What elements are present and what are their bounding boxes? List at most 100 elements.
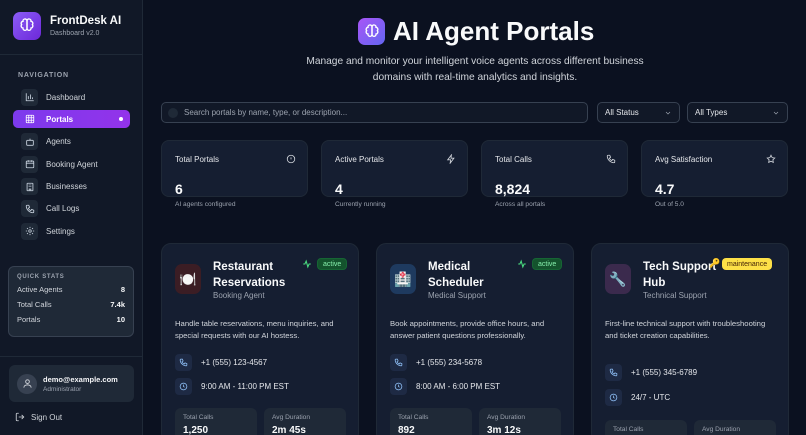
page-header: AI Agent Portals <box>358 16 594 47</box>
bar-chart-icon <box>21 88 38 106</box>
portal-title-line: Medical <box>428 261 471 273</box>
nav-heading: NAVIGATION <box>18 72 69 79</box>
metric-label: Avg Duration <box>702 426 740 433</box>
brand-subtitle: Dashboard v2.0 <box>50 30 100 37</box>
page-title: AI Agent Portals <box>393 16 595 46</box>
metric-value: 1,250 <box>183 425 209 435</box>
portal-title: Medical Scheduler <box>428 260 484 291</box>
status-badge: active <box>532 258 563 270</box>
wrench-icon: 🔧 <box>605 264 631 294</box>
sign-out-button[interactable]: Sign Out <box>15 412 62 422</box>
metric-avg-duration: Avg Duration <box>694 420 776 435</box>
hours-text: 8:00 AM - 6:00 PM EST <box>416 382 501 391</box>
quick-stat-row: Portals 10 <box>17 315 125 324</box>
metric-label: Total Calls <box>183 414 214 421</box>
sidebar-item-label: Portals <box>46 114 74 124</box>
stat-value: 4 <box>335 181 343 197</box>
metric-total-calls: Total Calls 892 <box>390 408 472 435</box>
portal-hours: 9:00 AM - 11:00 PM EST <box>175 378 289 395</box>
portal-hours: 8:00 AM - 6:00 PM EST <box>390 378 500 395</box>
plate-icon: 🍽️ <box>175 264 201 294</box>
metric-total-calls: Total Calls 1,250 <box>175 408 257 435</box>
portal-title: Restaurant Reservations <box>213 260 285 291</box>
quick-stat-value: 7.4k <box>110 299 125 309</box>
sidebar-item-businesses[interactable]: Businesses <box>13 178 130 196</box>
star-icon <box>766 154 776 164</box>
clock-icon <box>605 389 622 406</box>
metric-value: 3m 12s <box>487 425 521 435</box>
hospital-icon: 🏥 <box>390 264 416 294</box>
phone-icon <box>175 354 192 371</box>
clock-icon <box>390 378 407 395</box>
metric-total-calls: Total Calls <box>605 420 687 435</box>
sidebar-item-label: Booking Agent <box>46 159 98 169</box>
stat-note: AI agents configured <box>175 201 236 208</box>
quick-stat-row: Total Calls 7.4k <box>17 300 125 309</box>
sidebar-item-settings[interactable]: Settings <box>13 222 130 240</box>
phone-icon <box>606 154 616 164</box>
gear-icon <box>21 222 38 240</box>
quick-stat-row: Active Agents 8 <box>17 285 125 294</box>
stat-note: Across all portals <box>495 201 546 208</box>
chevron-down-icon <box>773 111 779 114</box>
search-input[interactable] <box>184 108 564 117</box>
portal-phone: +1 (555) 345-6789 <box>605 364 697 381</box>
sidebar-item-call-logs[interactable]: Call Logs <box>13 200 130 218</box>
portal-card-medical[interactable]: 🏥 Medical Scheduler Medical Support acti… <box>376 243 574 435</box>
chevron-down-icon <box>665 111 671 114</box>
user-profile[interactable]: demo@example.com Administrator <box>9 365 134 402</box>
sidebar-item-portals[interactable]: Portals <box>13 110 130 129</box>
portal-type: Medical Support <box>428 291 486 300</box>
quick-stat-label: Portals <box>17 314 41 324</box>
portal-description: Handle table reservations, menu inquirie… <box>175 319 334 340</box>
type-filter-select[interactable]: All Types <box>687 102 788 123</box>
phone-number: +1 (555) 234-5678 <box>416 358 483 367</box>
stat-note: Out of 5.0 <box>655 201 684 208</box>
quick-stats-panel: QUICK STATS Active Agents 8 Total Calls … <box>8 266 134 337</box>
portal-title-line: Scheduler <box>428 276 484 289</box>
brand: FrontDesk AI Dashboard v2.0 <box>13 12 121 40</box>
activity-icon <box>518 259 526 269</box>
sidebar: FrontDesk AI Dashboard v2.0 NAVIGATION D… <box>0 0 143 435</box>
active-indicator <box>119 117 123 122</box>
user-role: Administrator <box>43 385 82 393</box>
user-email: demo@example.com <box>43 374 118 384</box>
stat-label: Total Calls <box>495 155 532 164</box>
portal-type: Booking Agent <box>213 291 265 300</box>
sign-out-label: Sign Out <box>31 412 63 422</box>
sidebar-item-booking-agent[interactable]: Booking Agent <box>13 155 130 173</box>
metric-value: 2m 45s <box>272 425 306 435</box>
divider <box>0 54 143 55</box>
sidebar-item-dashboard[interactable]: Dashboard <box>13 88 130 106</box>
status-filter-select[interactable]: All Status <box>597 102 680 123</box>
stat-card-active-portals: Active Portals 4 Currently running <box>321 140 468 208</box>
portal-title: Tech Support Hub <box>643 260 716 291</box>
portal-phone: +1 (555) 123-4567 <box>175 354 267 371</box>
quick-stat-value: 10 <box>116 314 125 324</box>
phone-icon <box>605 364 622 381</box>
bot-icon <box>21 133 38 151</box>
portal-title-line: Tech Support <box>643 261 717 273</box>
search-icon <box>168 107 178 118</box>
stat-card-total-portals: Total Portals 6 AI agents configured <box>161 140 308 208</box>
quick-stats-heading: QUICK STATS <box>17 274 65 280</box>
clock-icon <box>175 378 192 395</box>
brain-icon <box>13 12 41 40</box>
portal-title-line: Reservations <box>213 276 286 289</box>
activity-icon <box>303 259 311 269</box>
stat-note: Currently running <box>335 201 386 208</box>
stat-value: 8,824 <box>495 181 531 197</box>
stat-label: Active Portals <box>335 155 384 164</box>
status-badge: maintenance <box>722 258 773 270</box>
portal-card-restaurant[interactable]: 🍽️ Restaurant Reservations Booking Agent… <box>161 243 359 435</box>
phone-number: +1 (555) 345-6789 <box>631 368 698 377</box>
sidebar-item-agents[interactable]: Agents <box>13 133 130 151</box>
metric-label: Avg Duration <box>272 414 310 421</box>
status-filter-value: All Status <box>605 108 639 117</box>
metric-value: 892 <box>398 425 415 435</box>
portal-card-tech-support[interactable]: 🔧 Tech Support Hub Technical Support 🔑 m… <box>591 243 789 435</box>
sidebar-item-label: Call Logs <box>46 204 80 214</box>
portal-description: Book appointments, provide office hours,… <box>390 319 545 340</box>
sign-out-icon <box>15 412 25 422</box>
quick-stat-value: 8 <box>120 285 125 294</box>
